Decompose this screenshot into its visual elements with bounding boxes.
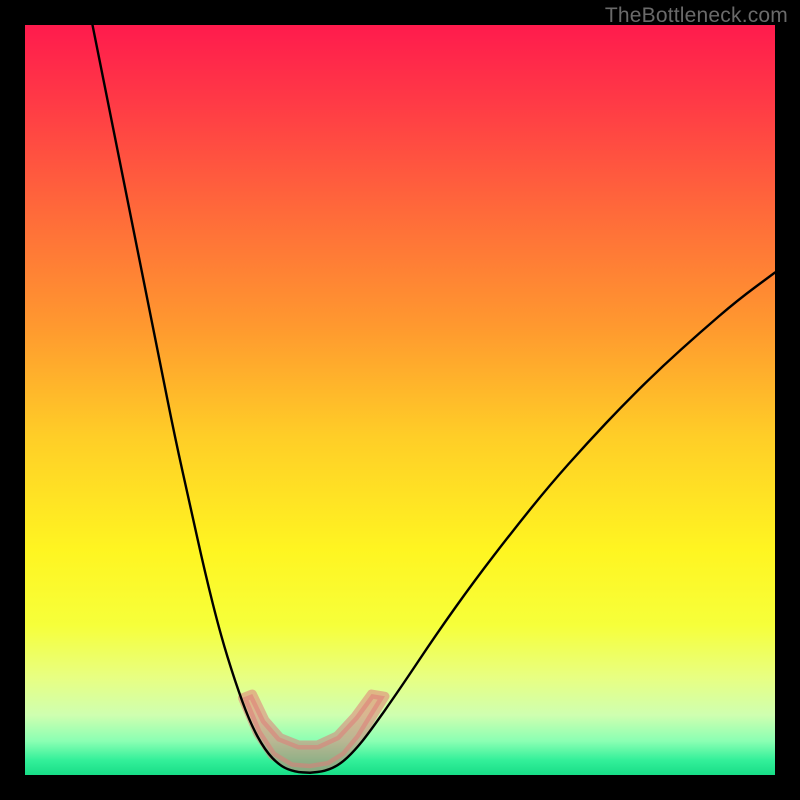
curves-layer: [25, 25, 775, 775]
pale-band: [243, 694, 386, 768]
bottleneck-curve: [93, 25, 776, 773]
chart-frame: TheBottleneck.com: [0, 0, 800, 800]
plot-area: [25, 25, 775, 775]
watermark-label: TheBottleneck.com: [605, 4, 788, 28]
